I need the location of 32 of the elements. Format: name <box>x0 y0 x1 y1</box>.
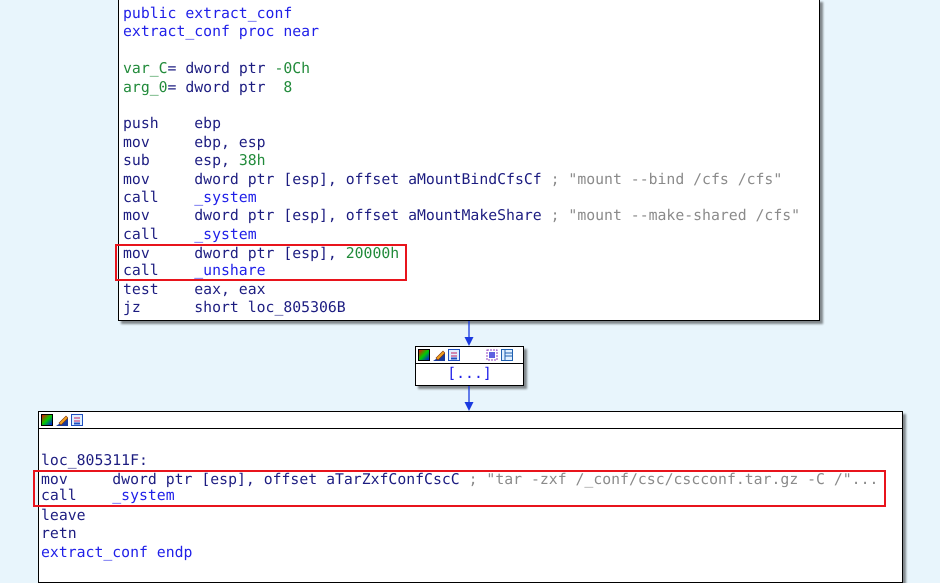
flow-arrow <box>464 386 474 412</box>
code-line: call _system <box>123 189 258 208</box>
code-line: test eax, eax <box>123 281 267 300</box>
flow-arrow <box>464 320 474 346</box>
code-line: push ebp <box>123 115 222 134</box>
code-line: sub esp, 38h <box>123 152 267 171</box>
code-line: mov dword ptr [esp], offset aTarZxfConfCscC ; "tar -zxf /_conf/csc/cscconf.tar.gz -C /"... <box>41 472 878 488</box>
code-line: mov dword ptr [esp], 20000h <box>123 246 400 263</box>
code-line: mov dword ptr [esp], offset aMountMakeShare ; "mount --make-shared /cfs" <box>123 207 802 226</box>
code-line: retn <box>41 525 78 544</box>
window-icon[interactable] <box>71 414 83 426</box>
table-icon[interactable] <box>501 348 513 361</box>
code-line: leave <box>41 506 87 526</box>
code-line: call _system <box>123 226 258 244</box>
pencil-icon[interactable] <box>433 348 445 361</box>
window-icon[interactable] <box>448 348 460 361</box>
palette-icon[interactable] <box>41 414 53 426</box>
code-line: mov ebp, esp <box>123 134 267 152</box>
pencil-icon[interactable] <box>56 414 68 426</box>
nodes-icon[interactable] <box>486 348 498 361</box>
code-line: extract_conf proc near <box>123 23 320 42</box>
code-line: call _system <box>41 488 175 505</box>
code-line: loc_805311F: <box>41 452 149 470</box>
code-line: public extract_conf <box>123 5 294 24</box>
code-line: var_C= dword ptr -0Ch <box>123 60 312 79</box>
code-line: call _unshare <box>123 262 267 280</box>
code-line: extract_conf endp <box>41 544 194 562</box>
code-line: arg_0= dword ptr 8 <box>123 78 294 98</box>
code-line: mov dword ptr [esp], offset aMountBindCfsCf ; "mount --bind /cfs /cfs" <box>123 170 784 190</box>
palette-icon[interactable] <box>418 348 430 361</box>
code-line: jz short loc_805306B <box>123 299 347 318</box>
collapsed-code-text[interactable]: [...] <box>447 364 492 386</box>
